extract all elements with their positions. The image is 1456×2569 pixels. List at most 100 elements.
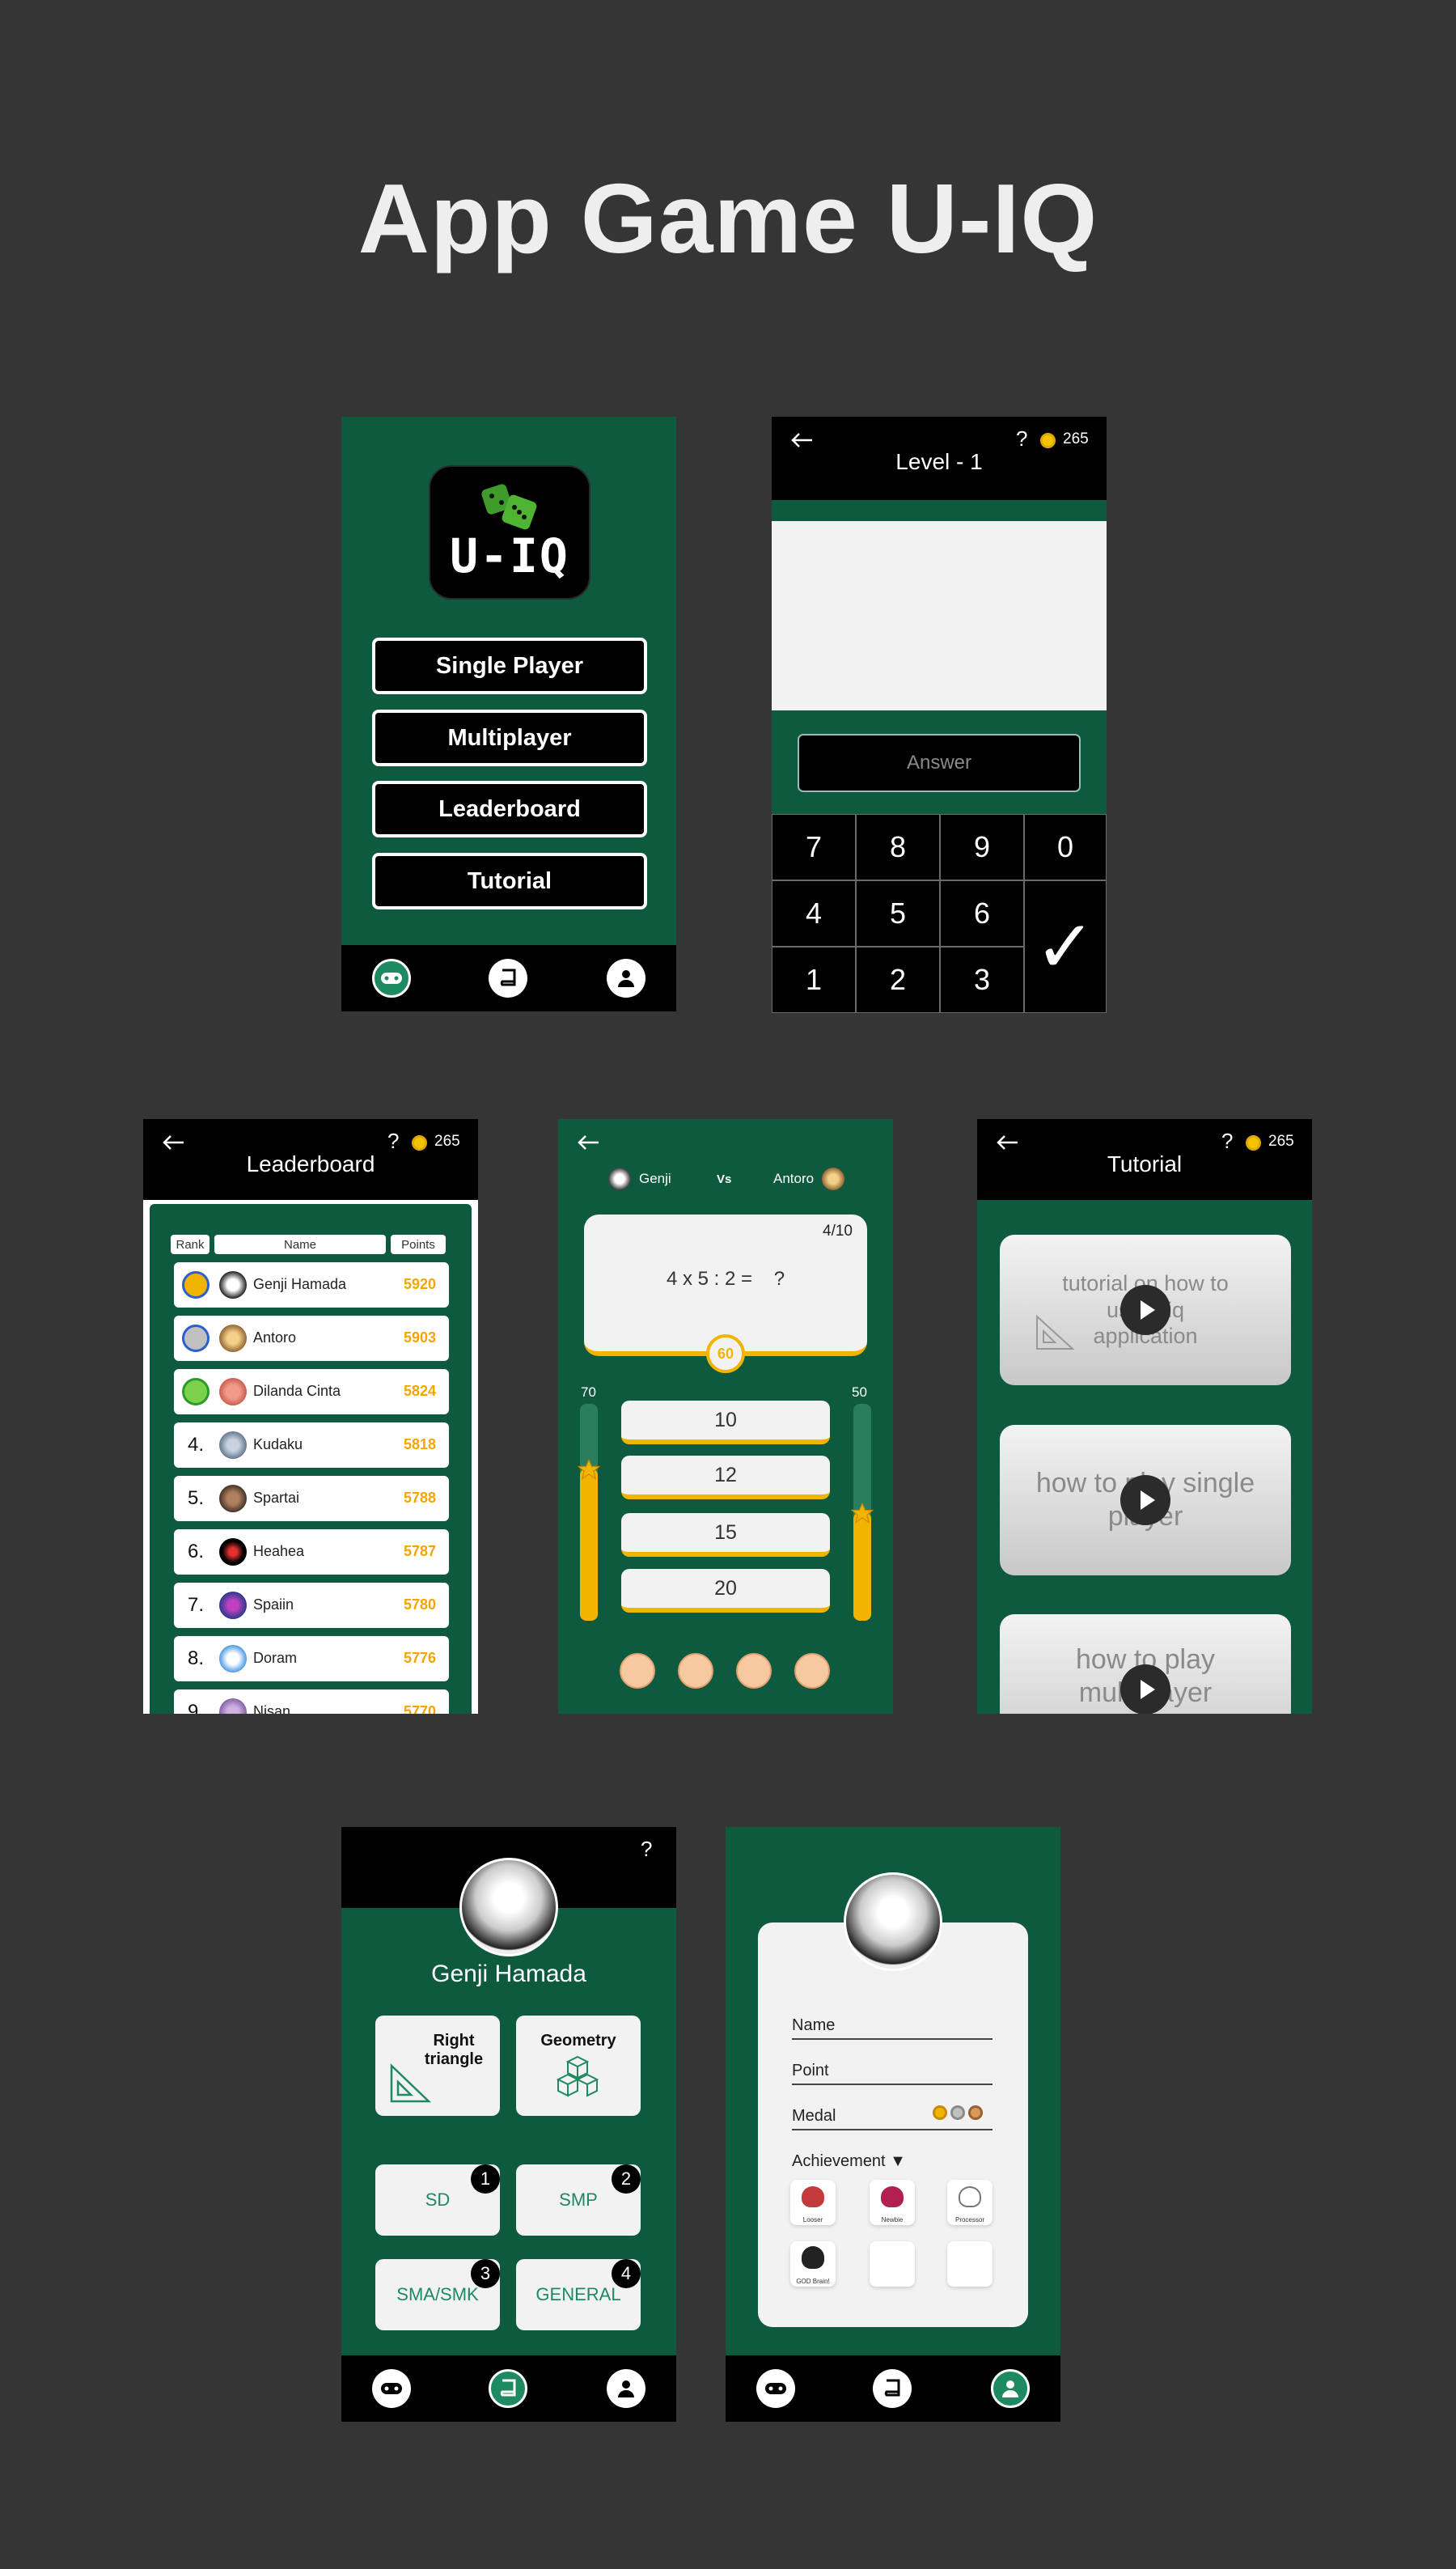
achievement-badge[interactable]: Looser bbox=[790, 2180, 836, 2225]
play-icon[interactable] bbox=[1120, 1475, 1170, 1525]
option-button[interactable]: 10 bbox=[621, 1401, 830, 1444]
nav-game-button[interactable] bbox=[372, 959, 411, 998]
user-icon bbox=[618, 970, 634, 987]
nav-profile-button[interactable] bbox=[991, 2369, 1030, 2408]
nav-book-button[interactable] bbox=[489, 2369, 527, 2408]
key-9[interactable]: 9 bbox=[940, 814, 1024, 880]
level-badge: 2 bbox=[612, 2164, 641, 2194]
emoji-love-icon[interactable] bbox=[794, 1653, 830, 1689]
nav-profile-button[interactable] bbox=[607, 2369, 645, 2408]
level-general-button[interactable]: GENERAL 4 bbox=[516, 2259, 641, 2330]
field-name-input[interactable] bbox=[792, 2038, 993, 2040]
key-3[interactable]: 3 bbox=[940, 947, 1024, 1013]
leaderboard-row[interactable]: 6. Heahea 5787 bbox=[174, 1529, 449, 1575]
nav-game-button[interactable] bbox=[756, 2369, 795, 2408]
rank-number: 7. bbox=[187, 1594, 204, 1616]
option-button[interactable]: 20 bbox=[621, 1569, 830, 1613]
help-icon[interactable]: ? bbox=[641, 1837, 652, 1862]
score-bar-right-fill bbox=[853, 1512, 871, 1621]
page-title: App Game U-IQ bbox=[358, 163, 1098, 273]
key-7[interactable]: 7 bbox=[772, 814, 856, 880]
leaderboard-row[interactable]: 8. Doram 5776 bbox=[174, 1636, 449, 1681]
leaderboard-button[interactable]: Leaderboard bbox=[372, 781, 647, 837]
leaderboard-row[interactable]: Dilanda Cinta 5824 bbox=[174, 1369, 449, 1414]
option-button[interactable]: 12 bbox=[621, 1456, 830, 1499]
level-title: Level - 1 bbox=[895, 449, 983, 474]
leaderboard-row[interactable]: Antoro 5903 bbox=[174, 1316, 449, 1361]
key-8[interactable]: 8 bbox=[856, 814, 940, 880]
rank-number: 8. bbox=[187, 1647, 204, 1669]
leaderboard-row[interactable]: 5. Spartai 5788 bbox=[174, 1476, 449, 1521]
player-name: Genji Hamada bbox=[253, 1276, 347, 1292]
achievement-badge[interactable]: Processor bbox=[947, 2180, 993, 2225]
player-points: 5770 bbox=[403, 1703, 436, 1714]
emoji-sad-icon[interactable] bbox=[736, 1653, 772, 1689]
key-2[interactable]: 2 bbox=[856, 947, 940, 1013]
medal-icon bbox=[182, 1325, 210, 1352]
timer: 60 bbox=[706, 1334, 745, 1373]
leaderboard-row[interactable]: 4. Kudaku 5818 bbox=[174, 1422, 449, 1468]
key-0[interactable]: 0 bbox=[1024, 814, 1107, 880]
key-4[interactable]: 4 bbox=[772, 880, 856, 947]
key-1[interactable]: 1 bbox=[772, 947, 856, 1013]
nav-book-button[interactable] bbox=[873, 2369, 912, 2408]
level-smp-button[interactable]: SMP 2 bbox=[516, 2164, 641, 2236]
col-points: Points bbox=[391, 1235, 446, 1254]
nav-profile-button[interactable] bbox=[607, 959, 645, 998]
achievement-badge-empty[interactable] bbox=[947, 2241, 993, 2287]
player-name: Heahea bbox=[253, 1543, 305, 1559]
key-6[interactable]: 6 bbox=[940, 880, 1024, 947]
nav-game-button[interactable] bbox=[372, 2369, 411, 2408]
player-points: 5920 bbox=[403, 1276, 436, 1292]
score-left: 70 bbox=[581, 1384, 596, 1400]
tutorial-button[interactable]: Tutorial bbox=[372, 853, 647, 909]
multiplayer-button[interactable]: Multiplayer bbox=[372, 710, 647, 766]
coin-icon bbox=[1246, 1135, 1261, 1151]
level-sma-smk-button[interactable]: SMA/SMK 3 bbox=[375, 2259, 500, 2330]
field-name-label: Name bbox=[792, 2016, 836, 2034]
key-5[interactable]: 5 bbox=[856, 880, 940, 947]
nav-book-button[interactable] bbox=[489, 959, 527, 998]
leaderboard-row[interactable]: 7. Spaiin 5780 bbox=[174, 1583, 449, 1628]
achievement-label: Processor bbox=[954, 2216, 984, 2223]
dice-icon bbox=[481, 484, 537, 530]
level-sd-button[interactable]: SD 1 bbox=[375, 2164, 500, 2236]
help-icon[interactable]: ? bbox=[1221, 1129, 1233, 1154]
leaderboard-row[interactable]: 9. Nisan 5770 bbox=[174, 1689, 449, 1714]
app-logo: U-IQ bbox=[429, 465, 590, 600]
achievement-badge-empty[interactable] bbox=[870, 2241, 915, 2287]
achievement-badge[interactable]: GOD Brain! bbox=[790, 2241, 836, 2287]
avatar bbox=[459, 1858, 558, 1956]
tutorial-title: Tutorial bbox=[1107, 1151, 1183, 1176]
help-icon[interactable]: ? bbox=[387, 1129, 399, 1154]
coin-icon bbox=[1040, 433, 1056, 448]
single-player-button[interactable]: Single Player bbox=[372, 638, 647, 694]
avatar bbox=[219, 1592, 247, 1619]
back-arrow-icon[interactable] bbox=[789, 431, 814, 449]
back-arrow-icon[interactable] bbox=[161, 1134, 185, 1151]
brain-icon bbox=[881, 2186, 904, 2207]
achievement-badge[interactable]: Newbie bbox=[870, 2180, 915, 2225]
score-bar-right bbox=[851, 1404, 874, 1621]
back-arrow-icon[interactable] bbox=[576, 1134, 600, 1151]
level-label: SD bbox=[425, 2190, 451, 2210]
main-menu-screen: U-IQ Single Player Multiplayer Leaderboa… bbox=[341, 417, 676, 1011]
leaderboard-title: Leaderboard bbox=[246, 1151, 375, 1176]
play-icon[interactable] bbox=[1120, 1664, 1170, 1714]
emoji-laugh-icon[interactable] bbox=[620, 1653, 655, 1689]
play-icon[interactable] bbox=[1120, 1285, 1170, 1335]
leaderboard-row[interactable]: Genji Hamada 5920 bbox=[174, 1262, 449, 1308]
question-progress: 4/10 bbox=[823, 1223, 853, 1240]
field-point-input[interactable] bbox=[792, 2084, 993, 2085]
option-button[interactable]: 15 bbox=[621, 1513, 830, 1557]
profile-screen: ? Genji Hamada Right triangle Geometry S… bbox=[341, 1827, 676, 2422]
submit-key[interactable]: ✓ bbox=[1024, 880, 1107, 1013]
answer-input[interactable]: Answer bbox=[798, 734, 1081, 792]
book-icon bbox=[500, 969, 516, 986]
emoji-grin-icon[interactable] bbox=[678, 1653, 713, 1689]
avatar bbox=[844, 1872, 942, 1971]
profile-card: Name Point Medal Achievement ▼ Looser Ne… bbox=[758, 1923, 1028, 2327]
achievement-dropdown[interactable]: Achievement ▼ bbox=[792, 2152, 906, 2171]
back-arrow-icon[interactable] bbox=[995, 1134, 1019, 1151]
help-icon[interactable]: ? bbox=[1016, 426, 1027, 451]
